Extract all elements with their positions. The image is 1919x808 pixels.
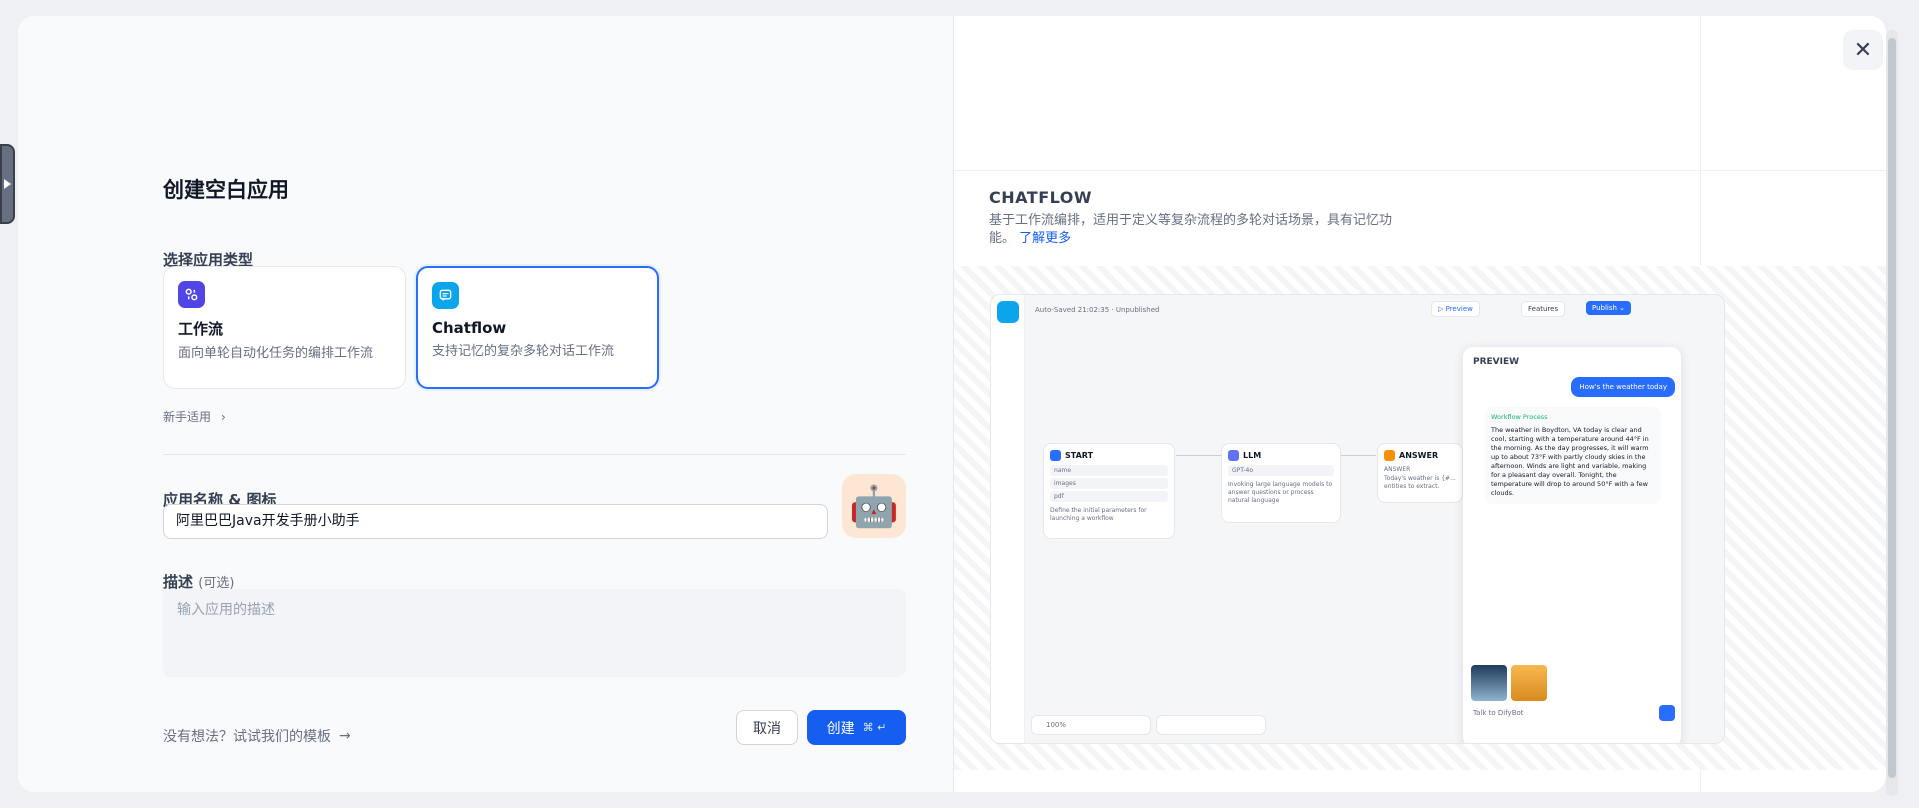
autosave-status: Auto-Saved 21:02:35 · Unpublished	[1035, 306, 1160, 314]
send-icon	[1659, 705, 1675, 721]
create-shortcut: ⌘ ↵	[862, 721, 887, 734]
app-type-name: Chatflow	[432, 319, 507, 337]
app-name-input[interactable]: 阿里巴巴Java开发手册小助手	[163, 504, 828, 539]
divider	[163, 454, 906, 455]
app-type-name: 工作流	[178, 320, 224, 338]
zoom-level: 100%	[1046, 721, 1067, 729]
canvas-toolbar	[1156, 715, 1266, 735]
start-node: START name images pdf Define the initial…	[1043, 443, 1175, 539]
chevron-right-icon: ›	[221, 409, 226, 424]
close-icon: ✕	[1853, 37, 1873, 63]
start-desc: Define the initial parameters for launch…	[1050, 507, 1147, 522]
create-app-dialog: 创建空白应用 选择应用类型 工作流 面向单轮自动化任务的编排工作流 Chatfl…	[18, 16, 1886, 792]
workflow-icon	[178, 281, 205, 308]
preview-image-area: Auto-Saved 21:02:35 · Unpublished ▷ Prev…	[954, 266, 1886, 770]
scrollbar-thumb[interactable]	[1888, 38, 1896, 778]
desert-image-thumb	[1511, 665, 1547, 701]
arrow-right-icon: →	[339, 728, 351, 744]
app-type-desc: 支持记忆的复杂多轮对话工作流	[432, 344, 615, 359]
llm-node: LLM GPT-4o Invoking large language model…	[1221, 443, 1341, 523]
chevron-right-icon	[4, 179, 11, 189]
llm-desc: Invoking large language models to answer…	[1228, 481, 1333, 504]
type-preview-panel: CHATFLOW 基于工作流编排，适用于定义等复杂流程的多轮对话场景，具有记忆功…	[953, 16, 1886, 792]
learn-more-link[interactable]: 了解更多	[1019, 231, 1071, 246]
start-title: START	[1065, 451, 1094, 460]
try-templates-label: 没有想法？试试我们的模板	[163, 729, 331, 745]
preview-description: 基于工作流编排，适用于定义等复杂流程的多轮对话场景，具有记忆功能。 了解更多	[989, 212, 1409, 248]
answer-node: ANSWER ANSWER Today's weather is {#... e…	[1377, 443, 1463, 503]
llm-icon	[1228, 450, 1239, 461]
model-name: GPT-4o	[1228, 465, 1334, 476]
llm-title: LLM	[1243, 451, 1262, 460]
close-dialog-button[interactable]: ✕	[1843, 30, 1883, 70]
answer-icon	[1384, 450, 1395, 461]
app-type-desc: 面向单轮自动化任务的编排工作流	[178, 346, 374, 361]
app-type-chatflow-card[interactable]: Chatflow 支持记忆的复杂多轮对话工作流	[416, 266, 659, 389]
answer-label: ANSWER	[1384, 466, 1411, 473]
preview-type-title: CHATFLOW	[989, 188, 1092, 207]
start-icon	[1050, 450, 1061, 461]
var-name: name	[1050, 465, 1168, 476]
preview-btn: ▷ Preview	[1431, 301, 1480, 317]
edge-line	[1176, 455, 1221, 456]
beginner-toggle[interactable]: 新手适用 ›	[163, 408, 226, 425]
try-templates-link[interactable]: 没有想法？试试我们的模板 →	[163, 726, 351, 746]
description-textarea[interactable]: 输入应用的描述	[163, 589, 906, 677]
grid-line	[954, 170, 1886, 171]
preview-chat-panel: PREVIEW How's the weather today Workflow…	[1463, 347, 1681, 743]
create-label: 创建	[826, 720, 855, 737]
robot-emoji-icon: 🤖	[849, 483, 899, 530]
screenshot-sidebar	[991, 295, 1025, 743]
features-btn: Features	[1521, 301, 1566, 317]
publish-btn: Publish ⌄	[1586, 301, 1632, 315]
app-icon-picker[interactable]: 🤖	[842, 474, 906, 538]
scrollbar[interactable]	[1886, 30, 1898, 796]
chat-input-placeholder: Talk to DifyBot	[1473, 709, 1524, 717]
var-pdf: pdf	[1050, 491, 1168, 502]
bot-message: Workflow Process The weather in Boydton,…	[1485, 407, 1661, 504]
bot-logo-icon	[997, 301, 1019, 323]
answer-desc: Today's weather is {#... entities to ext…	[1384, 475, 1456, 490]
side-panel-toggle[interactable]	[0, 144, 15, 224]
chatflow-icon	[432, 282, 459, 309]
app-type-workflow-card[interactable]: 工作流 面向单轮自动化任务的编排工作流	[163, 266, 406, 389]
mountain-image-thumb	[1471, 665, 1507, 701]
workflow-process-label: Workflow Process	[1491, 413, 1548, 421]
preview-panel-title: PREVIEW	[1473, 357, 1520, 367]
edge-line	[1341, 455, 1376, 456]
dialog-title: 创建空白应用	[163, 178, 289, 202]
chatflow-screenshot: Auto-Saved 21:02:35 · Unpublished ▷ Prev…	[990, 294, 1725, 744]
var-images: images	[1050, 478, 1168, 489]
create-button[interactable]: 创建 ⌘ ↵	[807, 710, 906, 745]
cancel-button[interactable]: 取消	[736, 710, 798, 745]
zoom-toolbar: 100%	[1031, 715, 1151, 735]
user-message: How's the weather today	[1571, 377, 1675, 397]
create-form-panel: 创建空白应用 选择应用类型 工作流 面向单轮自动化任务的编排工作流 Chatfl…	[18, 16, 953, 792]
answer-title: ANSWER	[1399, 451, 1439, 460]
bot-message-text: The weather in Boydton, VA today is clea…	[1491, 426, 1649, 497]
beginner-label: 新手适用	[163, 410, 212, 424]
